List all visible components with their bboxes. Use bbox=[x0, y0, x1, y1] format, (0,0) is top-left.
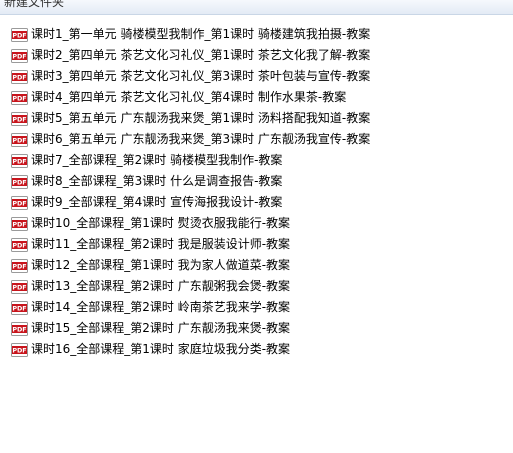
pdf-icon: PDF bbox=[11, 216, 28, 231]
svg-text:PDF: PDF bbox=[12, 241, 26, 249]
file-name: 课时5_第五单元 广东靓汤我来煲_第1课时 汤料搭配我知道-教案 bbox=[31, 111, 371, 125]
pdf-icon: PDF bbox=[11, 90, 28, 105]
svg-text:PDF: PDF bbox=[12, 73, 26, 81]
file-item[interactable]: PDF 课时4_第四单元 茶艺文化习礼仪_第4课时 制作水果茶-教案 bbox=[11, 87, 370, 108]
file-item[interactable]: PDF 课时2_第四单元 茶艺文化习礼仪_第1课时 茶艺文化我了解-教案 bbox=[11, 45, 370, 66]
pdf-icon: PDF bbox=[11, 321, 28, 336]
file-item[interactable]: PDF 课时3_第四单元 茶艺文化习礼仪_第3课时 茶叶包装与宣传-教案 bbox=[11, 66, 370, 87]
file-name: 课时4_第四单元 茶艺文化习礼仪_第4课时 制作水果茶-教案 bbox=[31, 90, 347, 104]
svg-text:PDF: PDF bbox=[12, 262, 26, 270]
svg-text:PDF: PDF bbox=[12, 325, 26, 333]
file-name: 课时14_全部课程_第2课时 岭南茶艺我来学-教案 bbox=[31, 300, 291, 314]
file-name: 课时15_全部课程_第2课时 广东靓汤我来煲-教案 bbox=[31, 321, 291, 335]
svg-text:PDF: PDF bbox=[12, 157, 26, 165]
file-name: 课时16_全部课程_第1课时 家庭垃圾我分类-教案 bbox=[31, 342, 291, 356]
file-name: 课时3_第四单元 茶艺文化习礼仪_第3课时 茶叶包装与宣传-教案 bbox=[31, 69, 371, 83]
file-name: 课时10_全部课程_第1课时 熨烫衣服我能行-教案 bbox=[31, 216, 291, 230]
file-name: 课时13_全部课程_第2课时 广东靓粥我会煲-教案 bbox=[31, 279, 291, 293]
file-name: 课时2_第四单元 茶艺文化习礼仪_第1课时 茶艺文化我了解-教案 bbox=[31, 48, 371, 62]
pdf-icon: PDF bbox=[11, 300, 28, 315]
svg-text:PDF: PDF bbox=[12, 304, 26, 312]
file-name: 课时8_全部课程_第3课时 什么是调查报告-教案 bbox=[31, 174, 283, 188]
folder-title: 新建文件夹 bbox=[4, 0, 65, 9]
pdf-icon: PDF bbox=[11, 237, 28, 252]
pdf-icon: PDF bbox=[11, 195, 28, 210]
pdf-icon: PDF bbox=[11, 48, 28, 63]
file-name: 课时12_全部课程_第1课时 我为家人做道菜-教案 bbox=[31, 258, 291, 272]
file-item[interactable]: PDF 课时1_第一单元 骑楼模型我制作_第1课时 骑楼建筑我拍摄-教案 bbox=[11, 24, 370, 45]
file-item[interactable]: PDF 课时8_全部课程_第3课时 什么是调查报告-教案 bbox=[11, 171, 370, 192]
pdf-icon: PDF bbox=[11, 111, 28, 126]
pdf-icon: PDF bbox=[11, 132, 28, 147]
svg-text:PDF: PDF bbox=[12, 94, 26, 102]
svg-text:PDF: PDF bbox=[12, 199, 26, 207]
svg-text:PDF: PDF bbox=[12, 136, 26, 144]
file-item[interactable]: PDF 课时9_全部课程_第4课时 宣传海报我设计-教案 bbox=[11, 192, 370, 213]
svg-text:PDF: PDF bbox=[12, 115, 26, 123]
file-name: 课时7_全部课程_第2课时 骑楼模型我制作-教案 bbox=[31, 153, 283, 167]
file-item[interactable]: PDF 课时12_全部课程_第1课时 我为家人做道菜-教案 bbox=[11, 255, 370, 276]
svg-text:PDF: PDF bbox=[12, 346, 26, 354]
file-item[interactable]: PDF 课时5_第五单元 广东靓汤我来煲_第1课时 汤料搭配我知道-教案 bbox=[11, 108, 370, 129]
file-list: PDF 课时1_第一单元 骑楼模型我制作_第1课时 骑楼建筑我拍摄-教案 PDF… bbox=[11, 24, 370, 360]
pdf-icon: PDF bbox=[11, 153, 28, 168]
pdf-icon: PDF bbox=[11, 342, 28, 357]
svg-text:PDF: PDF bbox=[12, 283, 26, 291]
file-item[interactable]: PDF 课时10_全部课程_第1课时 熨烫衣服我能行-教案 bbox=[11, 213, 370, 234]
svg-text:PDF: PDF bbox=[12, 31, 26, 39]
file-name: 课时9_全部课程_第4课时 宣传海报我设计-教案 bbox=[31, 195, 283, 209]
file-item[interactable]: PDF 课时15_全部课程_第2课时 广东靓汤我来煲-教案 bbox=[11, 318, 370, 339]
file-item[interactable]: PDF 课时7_全部课程_第2课时 骑楼模型我制作-教案 bbox=[11, 150, 370, 171]
pdf-icon: PDF bbox=[11, 258, 28, 273]
file-item[interactable]: PDF 课时6_第五单元 广东靓汤我来煲_第3课时 广东靓汤我宣传-教案 bbox=[11, 129, 370, 150]
file-name: 课时11_全部课程_第2课时 我是服装设计师-教案 bbox=[31, 237, 291, 251]
file-name: 课时6_第五单元 广东靓汤我来煲_第3课时 广东靓汤我宣传-教案 bbox=[31, 132, 371, 146]
file-name: 课时1_第一单元 骑楼模型我制作_第1课时 骑楼建筑我拍摄-教案 bbox=[31, 27, 371, 41]
file-item[interactable]: PDF 课时14_全部课程_第2课时 岭南茶艺我来学-教案 bbox=[11, 297, 370, 318]
file-item[interactable]: PDF 课时16_全部课程_第1课时 家庭垃圾我分类-教案 bbox=[11, 339, 370, 360]
file-item[interactable]: PDF 课时11_全部课程_第2课时 我是服装设计师-教案 bbox=[11, 234, 370, 255]
pdf-icon: PDF bbox=[11, 279, 28, 294]
svg-text:PDF: PDF bbox=[12, 178, 26, 186]
svg-text:PDF: PDF bbox=[12, 220, 26, 228]
folder-header: 新建文件夹 bbox=[0, 0, 513, 15]
pdf-icon: PDF bbox=[11, 69, 28, 84]
file-item[interactable]: PDF 课时13_全部课程_第2课时 广东靓粥我会煲-教案 bbox=[11, 276, 370, 297]
pdf-icon: PDF bbox=[11, 174, 28, 189]
svg-text:PDF: PDF bbox=[12, 52, 26, 60]
pdf-icon: PDF bbox=[11, 27, 28, 42]
